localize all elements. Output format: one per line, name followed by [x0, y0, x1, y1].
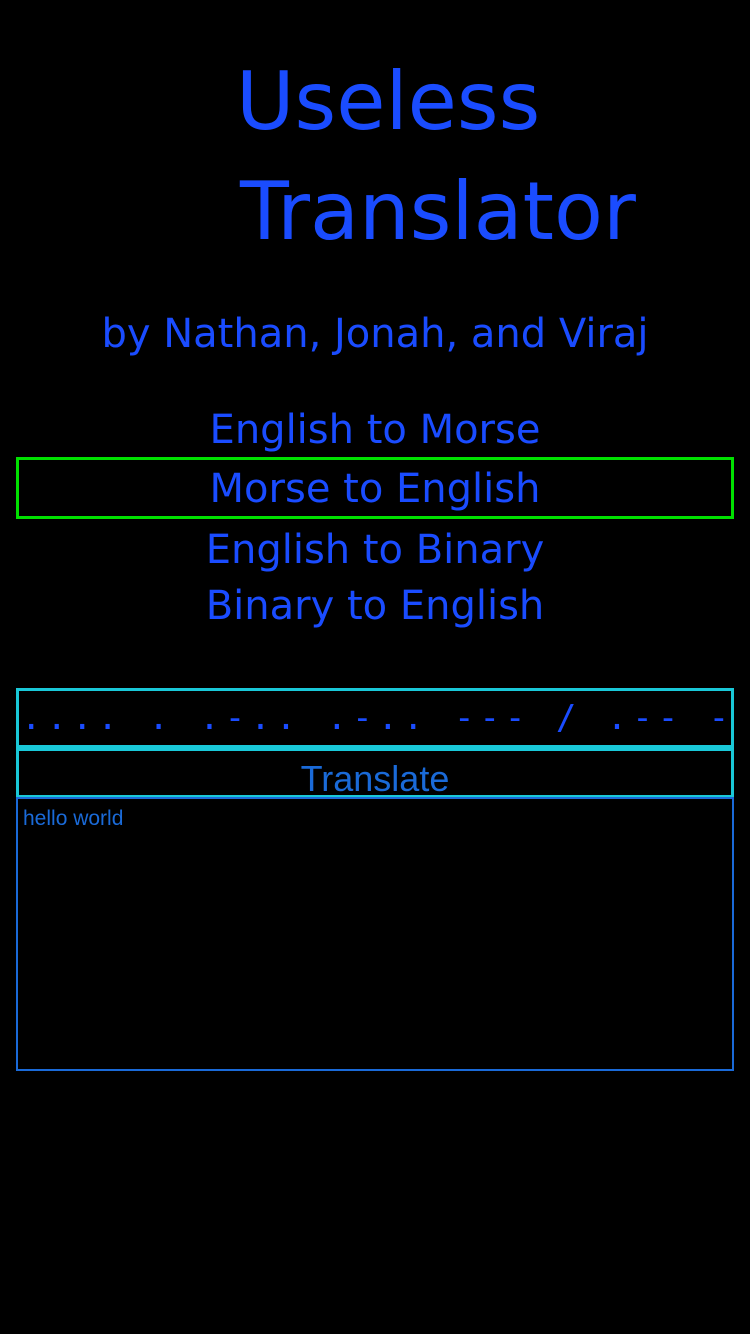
app-title-line-2: Translator: [240, 165, 636, 258]
translate-button[interactable]: Translate: [16, 748, 734, 798]
translator-page: Useless Translator by Nathan, Jonah, and…: [0, 0, 750, 1334]
translation-input-container: [16, 688, 734, 748]
mode-option-english-to-morse[interactable]: English to Morse: [0, 406, 750, 454]
mode-option-english-to-binary[interactable]: English to Binary: [0, 526, 750, 574]
translation-output[interactable]: hello world: [18, 799, 732, 1069]
authors-byline: by Nathan, Jonah, and Viraj: [101, 311, 649, 357]
translation-input[interactable]: [19, 691, 731, 745]
app-title-line-1: Useless: [236, 55, 541, 148]
translation-output-container: hello world: [16, 797, 734, 1071]
mode-option-morse-to-english[interactable]: Morse to English: [16, 457, 734, 519]
mode-option-binary-to-english[interactable]: Binary to English: [0, 582, 750, 630]
